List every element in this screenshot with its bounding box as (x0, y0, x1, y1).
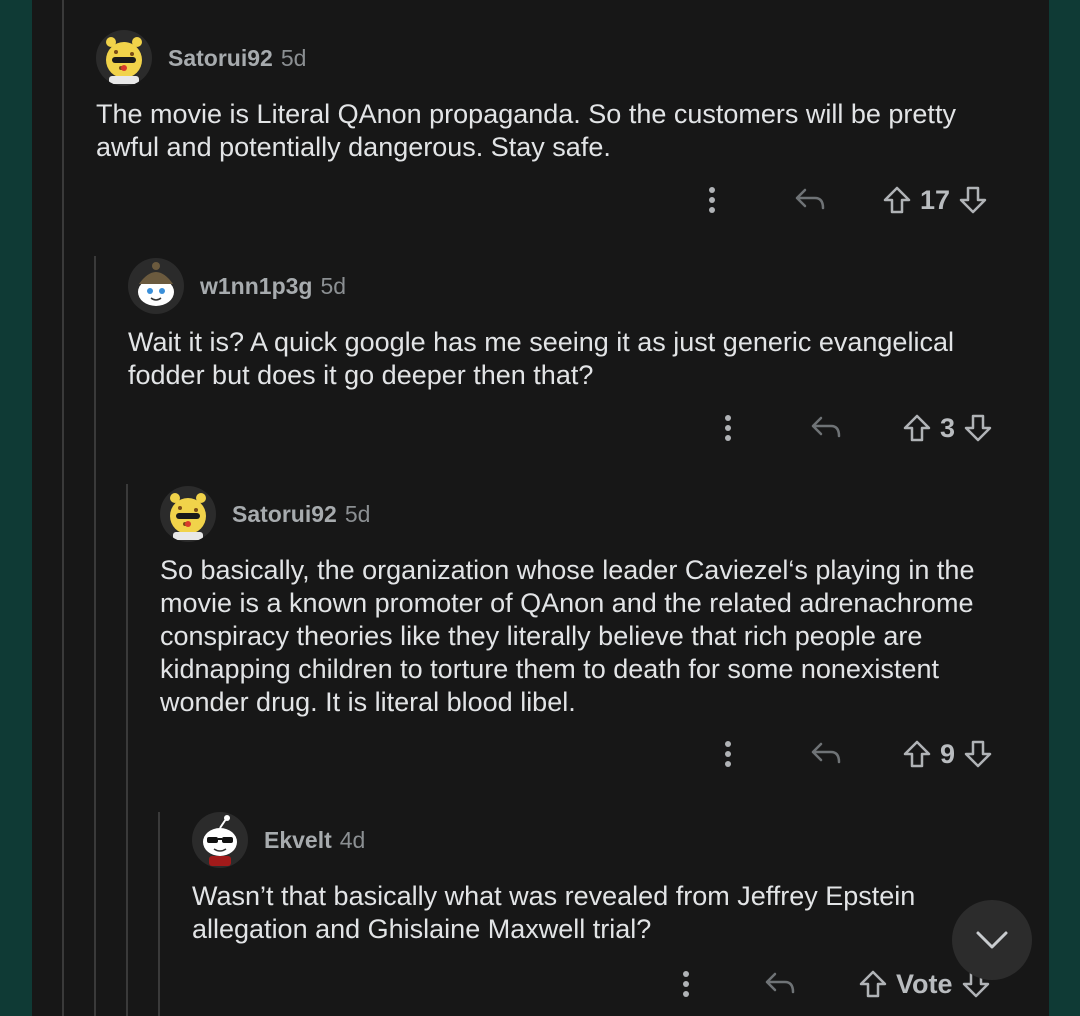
reply-icon[interactable] (762, 970, 798, 998)
comment-body: The movie is Literal QAnon propaganda. S… (96, 99, 956, 162)
comment-body: So basically, the organization whose lea… (160, 555, 975, 717)
username[interactable]: w1nn1p3g (200, 273, 312, 300)
more-options-icon[interactable] (700, 186, 724, 214)
upvote-arrow-icon[interactable] (882, 185, 912, 215)
downvote-arrow-icon[interactable] (963, 739, 993, 769)
comment-header: Satorui92 5d (96, 28, 1026, 88)
chevron-down-icon (976, 931, 1008, 949)
more-options-icon[interactable] (716, 740, 740, 768)
comment: Ekvelt 4d Wasn’t that basically what was… (192, 810, 952, 946)
thread-line-level-1[interactable] (62, 0, 64, 1016)
avatar[interactable] (128, 258, 184, 314)
vote-score: 9 (940, 738, 956, 769)
vote-score: 3 (940, 412, 956, 443)
comment-header: Satorui92 5d (160, 484, 1030, 544)
avatar[interactable] (160, 486, 216, 542)
scroll-down-button[interactable] (952, 900, 1032, 980)
thread-line-level-2[interactable] (94, 256, 96, 1016)
reply-icon[interactable] (808, 740, 844, 768)
upvote-arrow-icon[interactable] (902, 739, 932, 769)
more-options-icon[interactable] (674, 970, 698, 998)
cheetah-snoo-avatar-icon (170, 493, 206, 540)
vote-label: Vote (896, 968, 953, 999)
more-options-icon[interactable] (716, 414, 740, 442)
upvote-arrow-icon[interactable] (902, 413, 932, 443)
comment: w1nn1p3g 5d Wait it is? A quick google h… (128, 256, 1028, 392)
username[interactable]: Ekvelt (264, 827, 332, 854)
comment-actions: 17 (700, 180, 988, 220)
comment-age: 5d (280, 44, 307, 71)
comment-age: 5d (344, 500, 371, 527)
reply-icon[interactable] (792, 186, 828, 214)
comment-actions: Vote (674, 964, 991, 1004)
comment-age: 5d (320, 272, 347, 299)
comment-header: w1nn1p3g 5d (128, 256, 1028, 316)
comment-age: 4d (339, 826, 366, 853)
upvote-arrow-icon[interactable] (858, 969, 888, 999)
username[interactable]: Satorui92 (168, 45, 273, 72)
comment-actions: 3 (716, 408, 993, 448)
reply-icon[interactable] (808, 414, 844, 442)
comment-body: Wasn’t that basically what was revealed … (192, 881, 916, 944)
avatar[interactable] (96, 30, 152, 86)
comment-header: Ekvelt 4d (192, 810, 952, 870)
username[interactable]: Satorui92 (232, 501, 337, 528)
sunglasses-snoo-avatar-icon (203, 815, 237, 866)
comment: Satorui92 5d So basically, the organizat… (160, 484, 1030, 719)
downvote-arrow-icon[interactable] (958, 185, 988, 215)
downvote-arrow-icon[interactable] (963, 413, 993, 443)
cheetah-snoo-avatar-icon (106, 37, 142, 84)
avatar[interactable] (192, 812, 248, 868)
comment-actions: 9 (716, 734, 993, 774)
comment-body: Wait it is? A quick google has me seeing… (128, 327, 954, 390)
comment: Satorui92 5d The movie is Literal QAnon … (96, 28, 1026, 164)
thread-line-level-3[interactable] (126, 484, 128, 1016)
thread-line-level-4[interactable] (158, 812, 160, 1016)
beanie-snoo-avatar-icon (138, 262, 174, 306)
vote-score: 17 (920, 184, 951, 215)
